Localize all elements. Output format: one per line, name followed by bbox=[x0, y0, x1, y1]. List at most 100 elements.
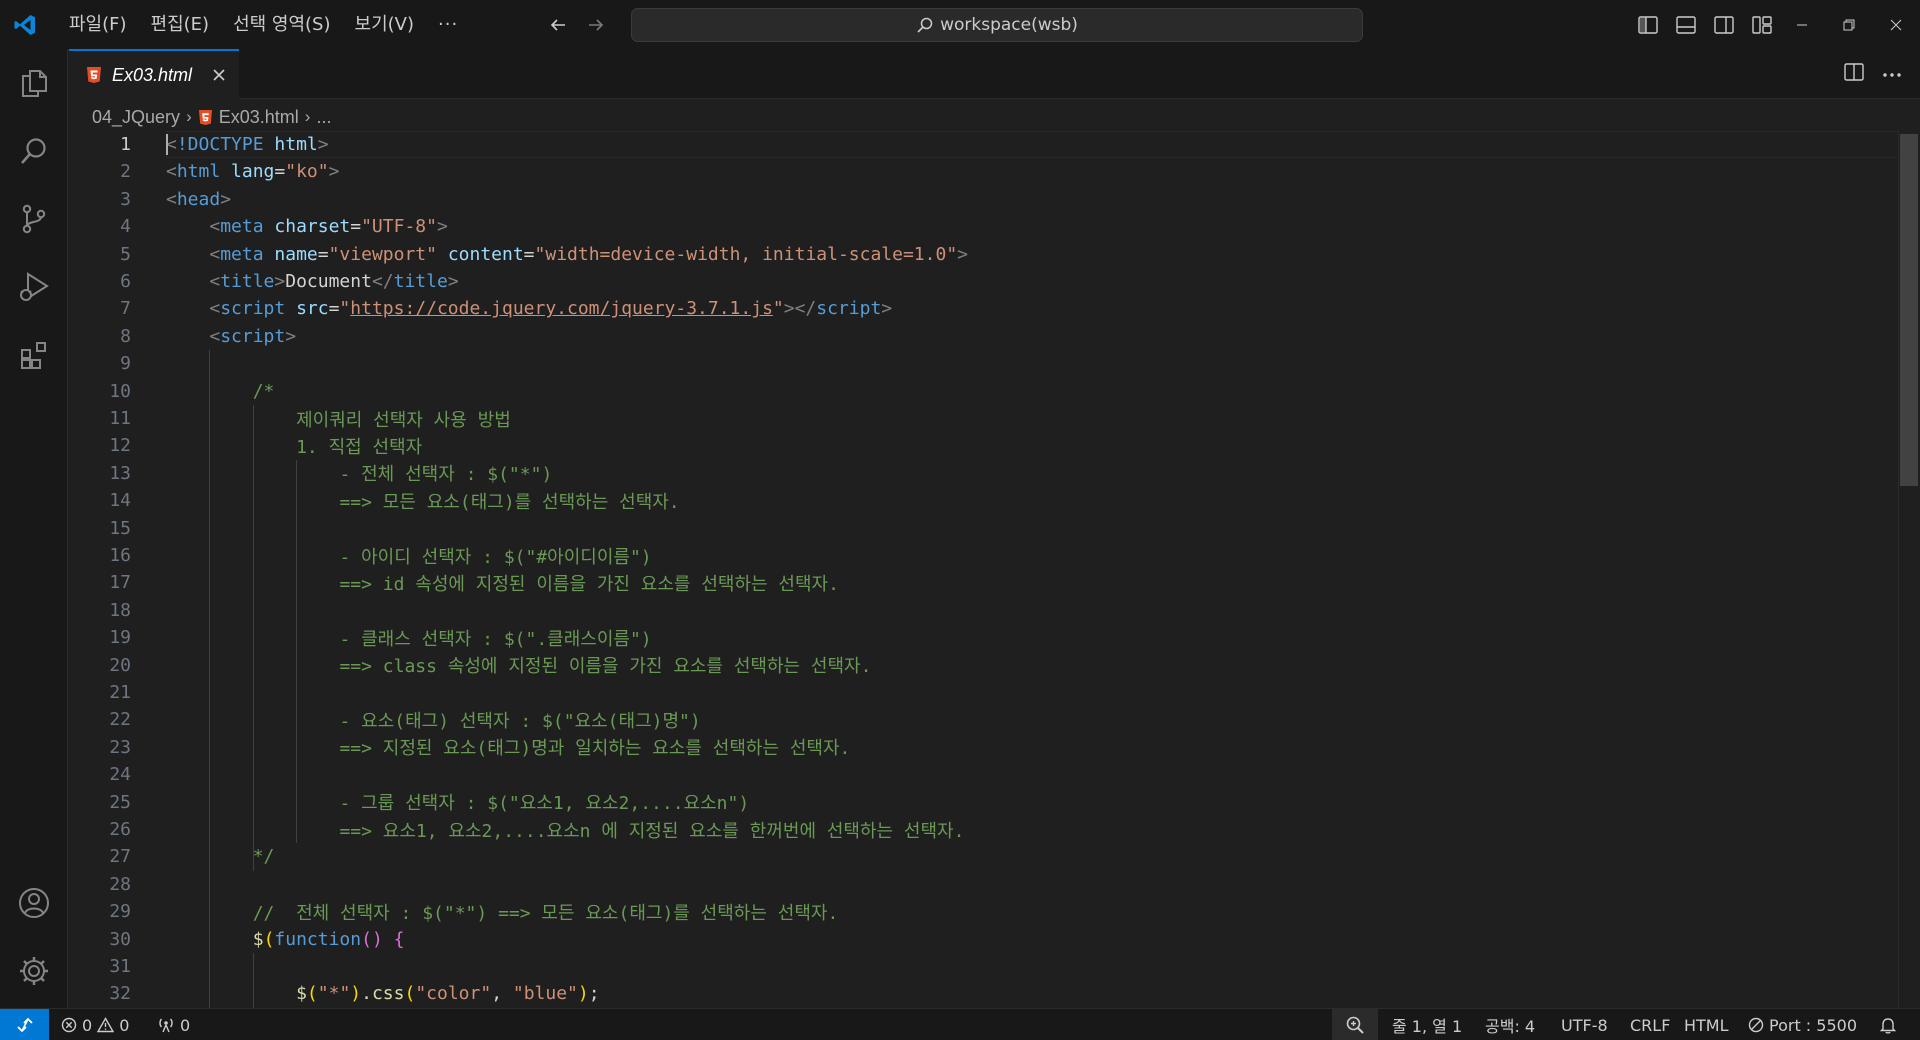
line-number: 7 bbox=[120, 298, 131, 320]
code-line[interactable]: 10 /* bbox=[69, 378, 1899, 405]
code-line[interactable]: 28 bbox=[69, 871, 1899, 898]
indentation-setting[interactable]: 공백: 4 bbox=[1485, 1009, 1535, 1040]
html5-file-icon bbox=[198, 109, 212, 125]
editor-actions bbox=[1844, 49, 1902, 99]
vertical-scrollbar-thumb[interactable] bbox=[1900, 134, 1918, 486]
code-line[interactable]: 16 - 아이디 선택자 : $("#아이디이름") bbox=[69, 542, 1899, 569]
menu-file[interactable]: 파일(F) bbox=[57, 0, 139, 49]
code-line[interactable]: 23 ==> 지정된 요소(태그)명과 일치하는 요소를 선택하는 선택자. bbox=[69, 734, 1899, 761]
code-line[interactable]: 1 <!DOCTYPE html> bbox=[69, 131, 1899, 158]
code-line[interactable]: 30 $(function() { bbox=[69, 926, 1899, 953]
code-line[interactable]: 20 ==> class 속성에 지정된 이름을 가진 요소를 선택하는 선택자. bbox=[69, 652, 1899, 679]
back-arrow-icon[interactable] bbox=[548, 15, 568, 35]
more-actions-icon[interactable] bbox=[1882, 65, 1902, 83]
code-line[interactable]: 18 bbox=[69, 597, 1899, 624]
accounts-icon[interactable] bbox=[0, 869, 68, 937]
code-text: <meta charset="UTF-8"> bbox=[209, 216, 447, 237]
close-tab-icon[interactable] bbox=[209, 65, 229, 85]
code-line[interactable]: 29 // 전체 선택자 : $("*") ==> 모든 요소(태그)를 선택하는… bbox=[69, 898, 1899, 925]
line-number: 14 bbox=[109, 490, 131, 512]
code-token: function bbox=[274, 928, 362, 950]
code-editor[interactable]: 1 <!DOCTYPE html> 2 <html lang="ko"> 3 <head>… bbox=[69, 131, 1920, 1008]
code-text: <html lang="ko"> bbox=[166, 161, 339, 182]
line-number: 15 bbox=[109, 517, 131, 539]
explorer-icon[interactable] bbox=[0, 49, 68, 117]
search-icon[interactable] bbox=[0, 117, 68, 185]
line-number: 32 bbox=[109, 983, 131, 1005]
breadcrumb-folder[interactable]: 04_JQuery bbox=[92, 107, 180, 128]
live-server-port[interactable]: Port : 5500 bbox=[1748, 1009, 1857, 1040]
layout-controls bbox=[1636, 0, 1774, 49]
code-line[interactable]: 26 ==> 요소1, 요소2,....요소n 에 지정된 요소를 한꺼번에 선택… bbox=[69, 816, 1899, 843]
encoding-setting[interactable]: UTF-8 bbox=[1561, 1009, 1608, 1040]
code-text: - 요소(태그) 선택자 : $("요소(태그)명") bbox=[339, 707, 700, 733]
tab-ex03-html[interactable]: Ex03.html bbox=[69, 49, 239, 99]
code-line[interactable]: 22 - 요소(태그) 선택자 : $("요소(태그)명") bbox=[69, 706, 1899, 733]
code-line[interactable]: 4 <meta charset="UTF-8"> bbox=[69, 213, 1899, 240]
ports-indicator[interactable]: 0 bbox=[157, 1009, 190, 1040]
toggle-primary-sidebar-icon[interactable] bbox=[1636, 13, 1660, 37]
code-line[interactable]: 13 - 전체 선택자 : $("*") bbox=[69, 460, 1899, 487]
code-line[interactable]: 25 - 그룹 선택자 : $("요소1, 요소2,....요소n") bbox=[69, 789, 1899, 816]
code-token: = bbox=[317, 243, 329, 265]
breadcrumb-file[interactable]: Ex03.html bbox=[219, 107, 299, 128]
notifications-bell-icon[interactable] bbox=[1880, 1009, 1896, 1040]
cursor-position[interactable]: 줄 1, 열 1 bbox=[1392, 1009, 1462, 1040]
code-line[interactable]: 9 bbox=[69, 350, 1899, 377]
code-line[interactable]: 11 제이쿼리 선택자 사용 방법 bbox=[69, 405, 1899, 432]
eol-setting[interactable]: CRLF bbox=[1630, 1009, 1670, 1040]
menu-selection[interactable]: 선택 영역(S) bbox=[221, 0, 342, 49]
line-number: 21 bbox=[109, 682, 131, 703]
code-token: ></ bbox=[783, 298, 817, 320]
run-debug-icon[interactable] bbox=[0, 253, 68, 321]
code-token: ==> 지정된 요소(태그)명과 일치하는 요소를 선택하는 선택자. bbox=[339, 738, 851, 760]
extensions-icon[interactable] bbox=[0, 321, 68, 389]
code-token: script bbox=[816, 298, 882, 320]
breadcrumb-symbol[interactable]: ... bbox=[316, 107, 331, 128]
code-line[interactable]: 21 bbox=[69, 679, 1899, 706]
code-line[interactable]: 12 1. 직접 선택자 bbox=[69, 432, 1899, 459]
problems-indicator[interactable]: 0 0 bbox=[61, 1009, 129, 1040]
remote-indicator-icon[interactable] bbox=[0, 1009, 49, 1040]
code-token: ( bbox=[306, 983, 318, 1005]
code-line[interactable]: 14 ==> 모든 요소(태그)를 선택하는 선택자. bbox=[69, 487, 1899, 514]
language-mode[interactable]: HTML bbox=[1684, 1009, 1729, 1040]
restore-icon[interactable] bbox=[1825, 0, 1872, 49]
code-line[interactable]: 27 */ bbox=[69, 843, 1899, 870]
code-line[interactable]: 19 - 클래스 선택자 : $(".클래스이름") bbox=[69, 624, 1899, 651]
code-token: css bbox=[371, 983, 405, 1005]
menu-edit[interactable]: 편집(E) bbox=[139, 0, 222, 49]
code-token: /* bbox=[252, 380, 275, 402]
code-line[interactable]: 31 bbox=[69, 953, 1899, 980]
search-icon bbox=[917, 17, 933, 33]
chevron-right-icon: › bbox=[186, 107, 192, 126]
minimize-icon[interactable] bbox=[1778, 0, 1825, 49]
code-line[interactable]: 3 <head> bbox=[69, 186, 1899, 213]
forward-arrow-icon[interactable] bbox=[586, 15, 606, 35]
menu-view[interactable]: 보기(V) bbox=[343, 0, 426, 49]
code-line[interactable]: 24 bbox=[69, 761, 1899, 788]
code-token: < bbox=[166, 161, 177, 183]
code-line[interactable]: 5 <meta name="viewport" content="width=de… bbox=[69, 241, 1899, 268]
code-line[interactable]: 32 $("*").css("color", "blue"); bbox=[69, 980, 1899, 1007]
source-control-icon[interactable] bbox=[0, 185, 68, 253]
code-line[interactable]: 8 <script> bbox=[69, 323, 1899, 350]
code-line[interactable]: 6 <title>Document</title> bbox=[69, 268, 1899, 295]
error-icon bbox=[61, 1017, 77, 1033]
close-window-icon[interactable] bbox=[1872, 0, 1919, 49]
settings-gear-icon[interactable] bbox=[0, 937, 68, 1005]
code-line[interactable]: 2 <html lang="ko"> bbox=[69, 158, 1899, 185]
code-token: "blue" bbox=[512, 983, 578, 1005]
customize-layout-icon[interactable] bbox=[1750, 13, 1774, 37]
text-cursor bbox=[166, 134, 168, 155]
zoom-icon[interactable] bbox=[1332, 1009, 1378, 1040]
toggle-secondary-sidebar-icon[interactable] bbox=[1712, 13, 1736, 37]
broadcast-icon bbox=[159, 1018, 173, 1033]
toggle-panel-icon[interactable] bbox=[1674, 13, 1698, 37]
code-line[interactable]: 15 bbox=[69, 515, 1899, 542]
code-line[interactable]: 17 ==> id 속성에 지정된 이름을 가진 요소를 선택하는 선택자. bbox=[69, 569, 1899, 596]
code-line[interactable]: 7 <script src="https://code.jquery.com/jq… bbox=[69, 295, 1899, 322]
command-center-search[interactable]: workspace(wsb) bbox=[631, 8, 1363, 42]
menu-more-button[interactable]: ··· bbox=[426, 0, 470, 49]
split-editor-icon[interactable] bbox=[1844, 62, 1864, 86]
